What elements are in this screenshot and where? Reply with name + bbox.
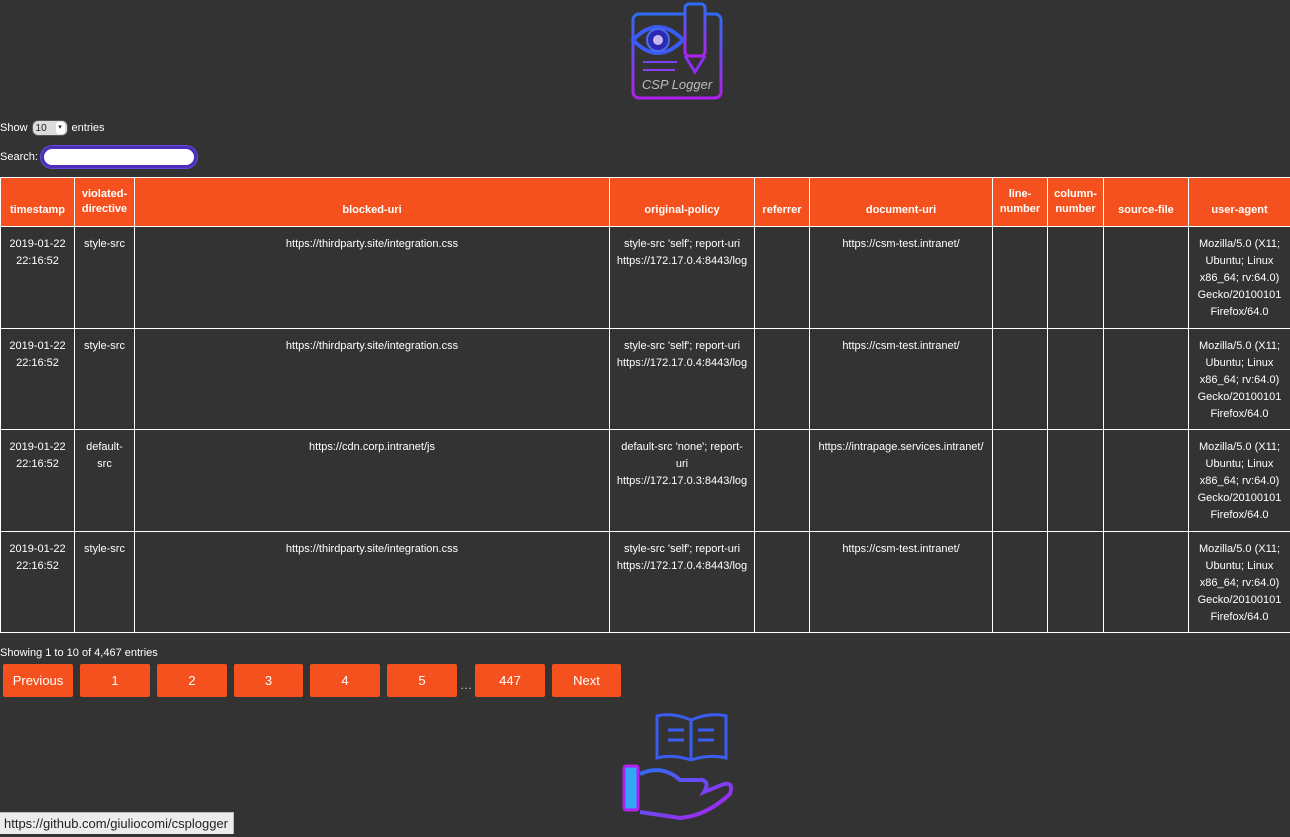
column-header-violated-directive[interactable]: violated-directive: [75, 178, 135, 227]
cell-column-number: [1048, 430, 1104, 532]
search-label: Search:: [0, 151, 38, 163]
cell-referrer: [755, 328, 810, 430]
previous-page-button[interactable]: Previous: [3, 664, 73, 697]
page-button-5[interactable]: 5: [387, 664, 457, 697]
column-header-line-number[interactable]: line-number: [993, 178, 1048, 227]
column-header-document-uri[interactable]: document-uri: [810, 178, 993, 227]
cell-original-policy: style-src 'self'; report-uri https://172…: [610, 328, 755, 430]
column-header-blocked-uri[interactable]: blocked-uri: [135, 178, 610, 227]
cell-source-file: [1104, 227, 1189, 329]
cell-line-number: [993, 531, 1048, 633]
search-row: Search:: [0, 146, 197, 168]
cell-timestamp: 2019-01-22 22:16:52: [1, 328, 75, 430]
cell-column-number: [1048, 531, 1104, 633]
search-input[interactable]: [41, 146, 197, 168]
column-header-column-number[interactable]: column-number: [1048, 178, 1104, 227]
page-button-3[interactable]: 3: [234, 664, 303, 697]
column-header-source-file[interactable]: source-file: [1104, 178, 1189, 227]
cell-violated-directive: style-src: [75, 531, 135, 633]
cell-blocked-uri: https://thirdparty.site/integration.css: [135, 328, 610, 430]
csp-logger-logo: CSP Logger: [625, 0, 729, 104]
cell-blocked-uri: https://thirdparty.site/integration.css: [135, 531, 610, 633]
page-button-2[interactable]: 2: [157, 664, 227, 697]
column-header-user-agent[interactable]: user-agent: [1189, 178, 1290, 227]
cell-timestamp: 2019-01-22 22:16:52: [1, 531, 75, 633]
pagination: Previous 1 2 3 4 5 … 447 Next: [3, 664, 621, 697]
cell-source-file: [1104, 430, 1189, 532]
page-button-4[interactable]: 4: [310, 664, 380, 697]
cell-column-number: [1048, 328, 1104, 430]
cell-user-agent: Mozilla/5.0 (X11; Ubuntu; Linux x86_64; …: [1189, 328, 1290, 430]
column-header-referrer[interactable]: referrer: [755, 178, 810, 227]
cell-user-agent: Mozilla/5.0 (X11; Ubuntu; Linux x86_64; …: [1189, 430, 1290, 532]
entries-select-value: 10: [36, 123, 47, 134]
cell-user-agent: Mozilla/5.0 (X11; Ubuntu; Linux x86_64; …: [1189, 531, 1290, 633]
cell-user-agent: Mozilla/5.0 (X11; Ubuntu; Linux x86_64; …: [1189, 227, 1290, 329]
cell-document-uri: https://csm-test.intranet/: [810, 227, 993, 329]
cell-column-number: [1048, 227, 1104, 329]
cell-line-number: [993, 430, 1048, 532]
cell-source-file: [1104, 328, 1189, 430]
show-label: Show: [0, 122, 28, 134]
cell-referrer: [755, 227, 810, 329]
cell-violated-directive: default-src: [75, 430, 135, 532]
table-row: 2019-01-22 22:16:52 default-src https://…: [1, 430, 1290, 532]
cell-line-number: [993, 227, 1048, 329]
cell-violated-directive: style-src: [75, 227, 135, 329]
table-row: 2019-01-22 22:16:52 style-src https://th…: [1, 328, 1290, 430]
cell-timestamp: 2019-01-22 22:16:52: [1, 430, 75, 532]
cell-referrer: [755, 531, 810, 633]
cell-blocked-uri: https://thirdparty.site/integration.css: [135, 227, 610, 329]
entries-label: entries: [72, 122, 105, 134]
cell-violated-directive: style-src: [75, 328, 135, 430]
table-header-row: timestamp violated-directive blocked-uri…: [1, 178, 1290, 227]
cell-original-policy: style-src 'self'; report-uri https://172…: [610, 531, 755, 633]
entries-per-page-select[interactable]: 10 ▾: [32, 120, 68, 136]
column-header-timestamp[interactable]: timestamp: [1, 178, 75, 227]
cell-blocked-uri: https://cdn.corp.intranet/js: [135, 430, 610, 532]
cell-line-number: [993, 328, 1048, 430]
cell-document-uri: https://intrapage.services.intranet/: [810, 430, 993, 532]
cell-referrer: [755, 430, 810, 532]
table-row: 2019-01-22 22:16:52 style-src https://th…: [1, 227, 1290, 329]
chevron-down-icon: ▾: [56, 122, 65, 134]
cell-source-file: [1104, 531, 1189, 633]
page-button-1[interactable]: 1: [80, 664, 150, 697]
cell-original-policy: style-src 'self'; report-uri https://172…: [610, 227, 755, 329]
show-entries-row: Show 10 ▾ entries: [0, 119, 105, 137]
pagination-info: Showing 1 to 10 of 4,467 entries: [0, 647, 158, 659]
github-docs-icon[interactable]: [614, 708, 738, 834]
status-bar-url: https://github.com/giuliocomi/csplogger: [0, 812, 234, 834]
pagination-ellipsis: …: [457, 670, 475, 692]
column-header-original-policy[interactable]: original-policy: [610, 178, 755, 227]
next-page-button[interactable]: Next: [552, 664, 621, 697]
table-row: 2019-01-22 22:16:52 style-src https://th…: [1, 531, 1290, 633]
cell-document-uri: https://csm-test.intranet/: [810, 531, 993, 633]
table-controls: Show 10 ▾ entries Search:: [0, 119, 105, 137]
cell-original-policy: default-src 'none'; report-uri https://1…: [610, 430, 755, 532]
logo-text: CSP Logger: [642, 77, 713, 92]
page-button-last[interactable]: 447: [475, 664, 545, 697]
csp-reports-table: timestamp violated-directive blocked-uri…: [0, 177, 1290, 633]
cell-timestamp: 2019-01-22 22:16:52: [1, 227, 75, 329]
cell-document-uri: https://csm-test.intranet/: [810, 328, 993, 430]
